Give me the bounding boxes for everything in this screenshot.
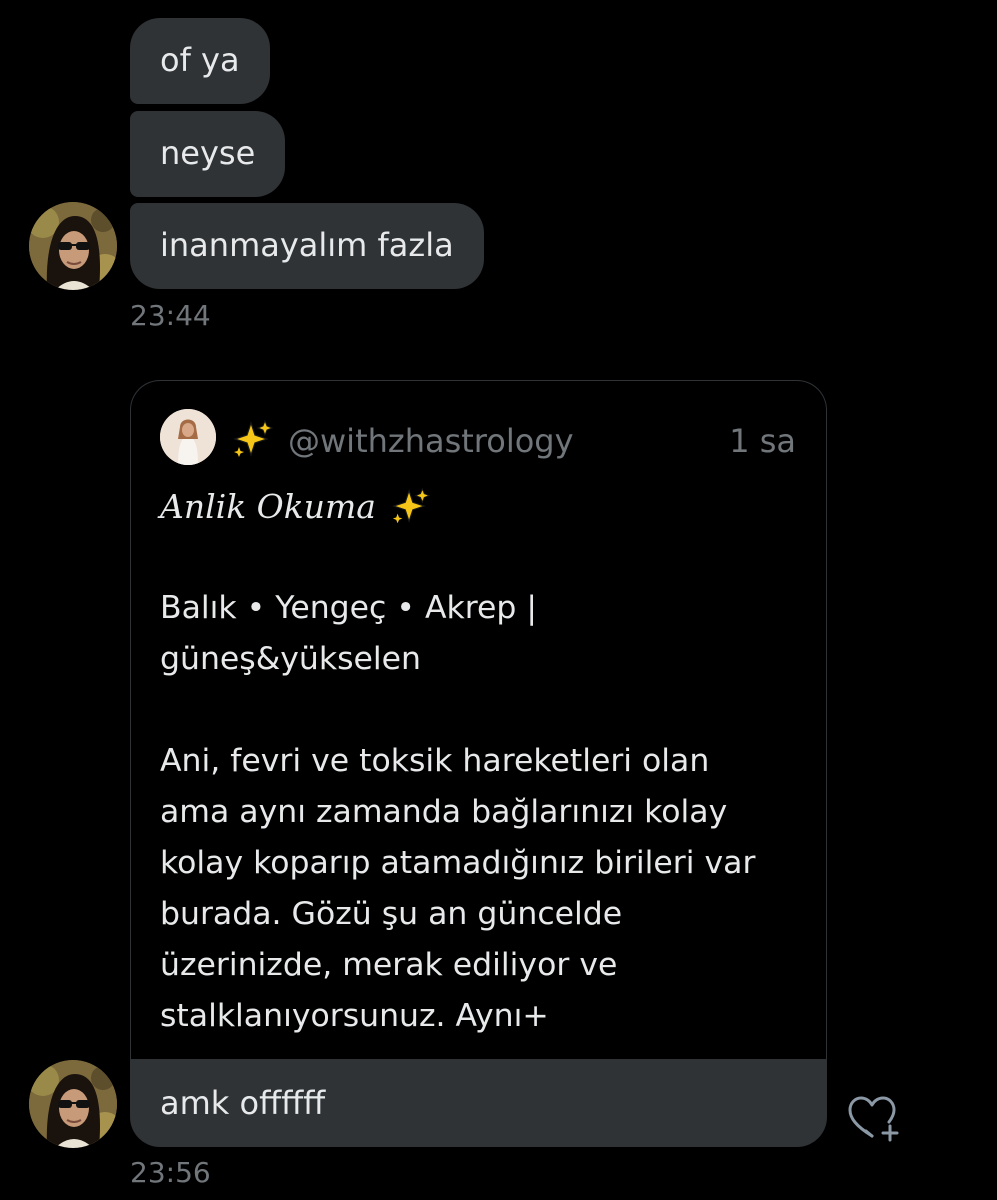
tweet-line: güneş&yükselen xyxy=(160,641,422,677)
tweet-body: Anlik Okuma Balık • Yengeç • Akrep | gün… xyxy=(160,481,810,1042)
tweet-time: 1 sa xyxy=(729,422,796,460)
tweet-line: Balık • Yengeç • Akrep | xyxy=(160,590,538,626)
sender-avatar[interactable] xyxy=(29,1060,117,1148)
tweet-line: stalklanıyorsunuz. Aynı+ xyxy=(160,998,549,1034)
tweet-title: Anlik Okuma xyxy=(160,487,376,526)
heart-plus-icon[interactable] xyxy=(846,1094,906,1144)
sender-avatar[interactable] xyxy=(29,202,117,290)
tweet-line: burada. Gözü şu an güncelde xyxy=(160,896,623,932)
tweet-line: üzerinizde, merak ediliyor ve xyxy=(160,947,618,983)
tweet-author-avatar[interactable] xyxy=(160,409,216,465)
tweet-line: ama aynı zamanda bağlarınızı kolay xyxy=(160,794,728,830)
avatar-image xyxy=(29,1060,117,1148)
avatar-image xyxy=(29,202,117,290)
message-timestamp: 23:44 xyxy=(130,299,211,332)
tweet-title-line: Anlik Okuma xyxy=(160,481,810,532)
tweet-line: Ani, fevri ve toksik hareketleri olan xyxy=(160,743,710,779)
message-bubble[interactable]: neyse xyxy=(130,111,286,197)
tweet-author-handle[interactable]: @withzhastrology xyxy=(288,421,574,461)
reply-text: amk offffff xyxy=(160,1084,326,1122)
sparkles-icon xyxy=(391,487,430,523)
tweet-line: kolay koparıp atamadığınız birileri var xyxy=(160,845,756,881)
message-timestamp: 23:56 xyxy=(130,1156,211,1189)
message-bubble[interactable]: inanmayalım fazla xyxy=(130,203,484,289)
reply-bubble[interactable]: amk offffff xyxy=(130,1059,827,1147)
message-text: of ya xyxy=(160,41,240,79)
shared-tweet-card[interactable]: @withzhastrology 1 sa Anlik Okuma Balık … xyxy=(130,380,827,1060)
message-text: inanmayalım fazla xyxy=(160,226,454,264)
message-text: neyse xyxy=(160,134,256,172)
avatar-image xyxy=(160,409,216,465)
message-bubble[interactable]: of ya xyxy=(130,18,270,104)
sparkles-icon xyxy=(233,419,273,457)
